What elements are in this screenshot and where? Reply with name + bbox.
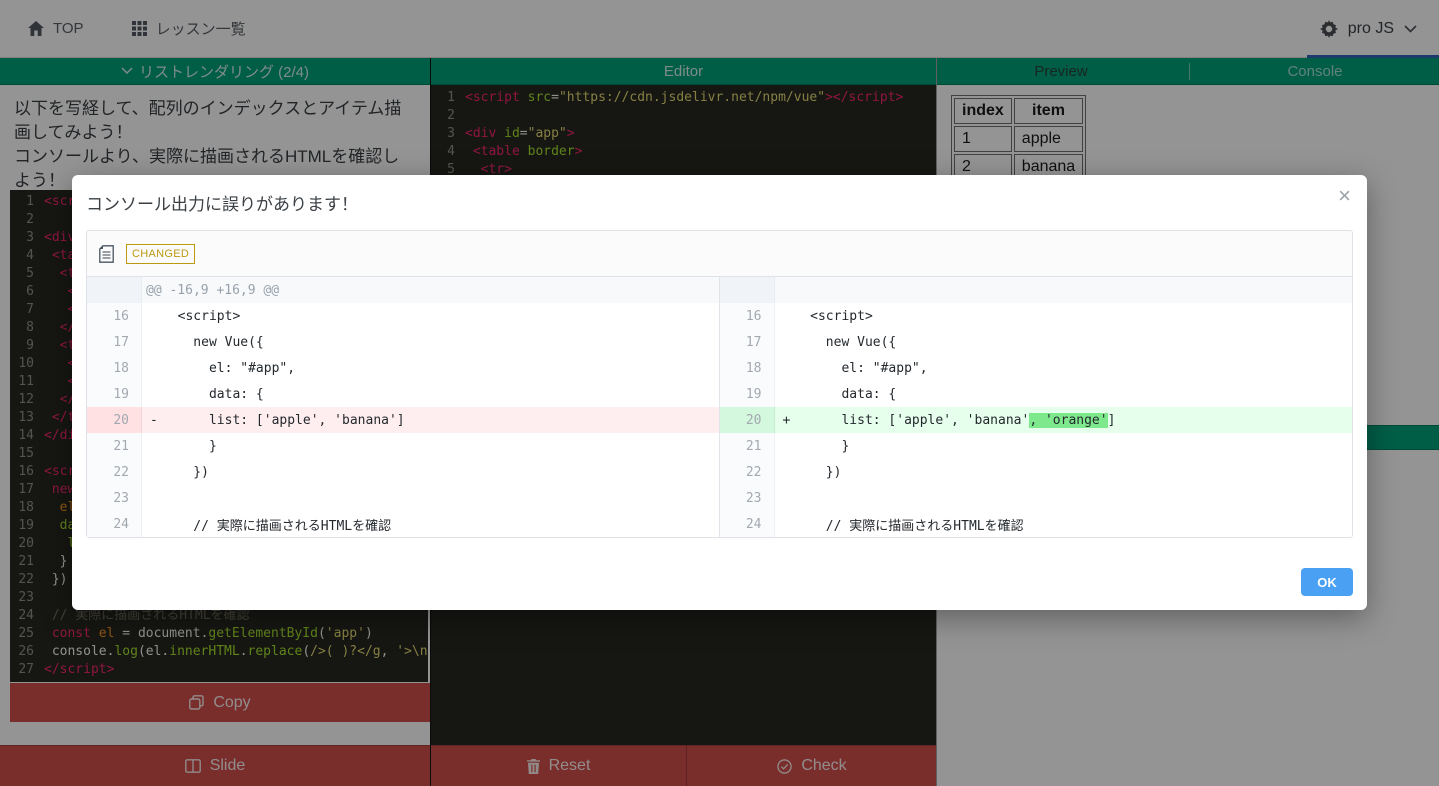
diff-row: 22 })	[720, 459, 1353, 485]
diff-row: 17 new Vue({	[720, 329, 1353, 355]
diff-row: 23	[87, 485, 719, 511]
modal-title: コンソール出力に誤りがあります！	[86, 190, 358, 215]
diff-row: 24 // 実際に描画されるHTMLを確認	[87, 511, 719, 537]
diff-left-pane: @@ -16,9 +16,9 @@16 <script>17 new Vue({…	[87, 277, 720, 537]
diff-body: @@ -16,9 +16,9 @@16 <script>17 new Vue({…	[87, 277, 1352, 537]
diff-row: 20+ list: ['apple', 'banana', 'orange']	[720, 407, 1353, 433]
diff-row: 19 data: {	[720, 381, 1353, 407]
diff-row: 18 el: "#app",	[87, 355, 719, 381]
diff-row: 24 // 実際に描画されるHTMLを確認	[720, 511, 1353, 537]
changed-badge: CHANGED	[126, 244, 195, 264]
diff-card-header: CHANGED	[87, 231, 1352, 277]
diff-row: 17 new Vue({	[87, 329, 719, 355]
diff-row: 16 <script>	[87, 303, 719, 329]
file-icon	[99, 245, 114, 263]
diff-row: @@ -16,9 +16,9 @@	[87, 277, 719, 303]
close-icon[interactable]: ×	[1338, 185, 1351, 207]
diff-row: 21 }	[87, 433, 719, 459]
diff-row: 21 }	[720, 433, 1353, 459]
diff-row: 18 el: "#app",	[720, 355, 1353, 381]
diff-row	[720, 277, 1353, 303]
diff-row: 22 })	[87, 459, 719, 485]
diff-right-pane: 16 <script>17 new Vue({18 el: "#app",19 …	[720, 277, 1353, 537]
error-modal: コンソール出力に誤りがあります！ × CHANGED @@ -16,9 +16,…	[72, 175, 1367, 610]
ok-button[interactable]: OK	[1301, 568, 1353, 596]
diff-row: 20- list: ['apple', 'banana']	[87, 407, 719, 433]
diff-row: 16 <script>	[720, 303, 1353, 329]
diff-row: 19 data: {	[87, 381, 719, 407]
diff-card: CHANGED @@ -16,9 +16,9 @@16 <script>17 n…	[86, 230, 1353, 538]
diff-row: 23	[720, 485, 1353, 511]
